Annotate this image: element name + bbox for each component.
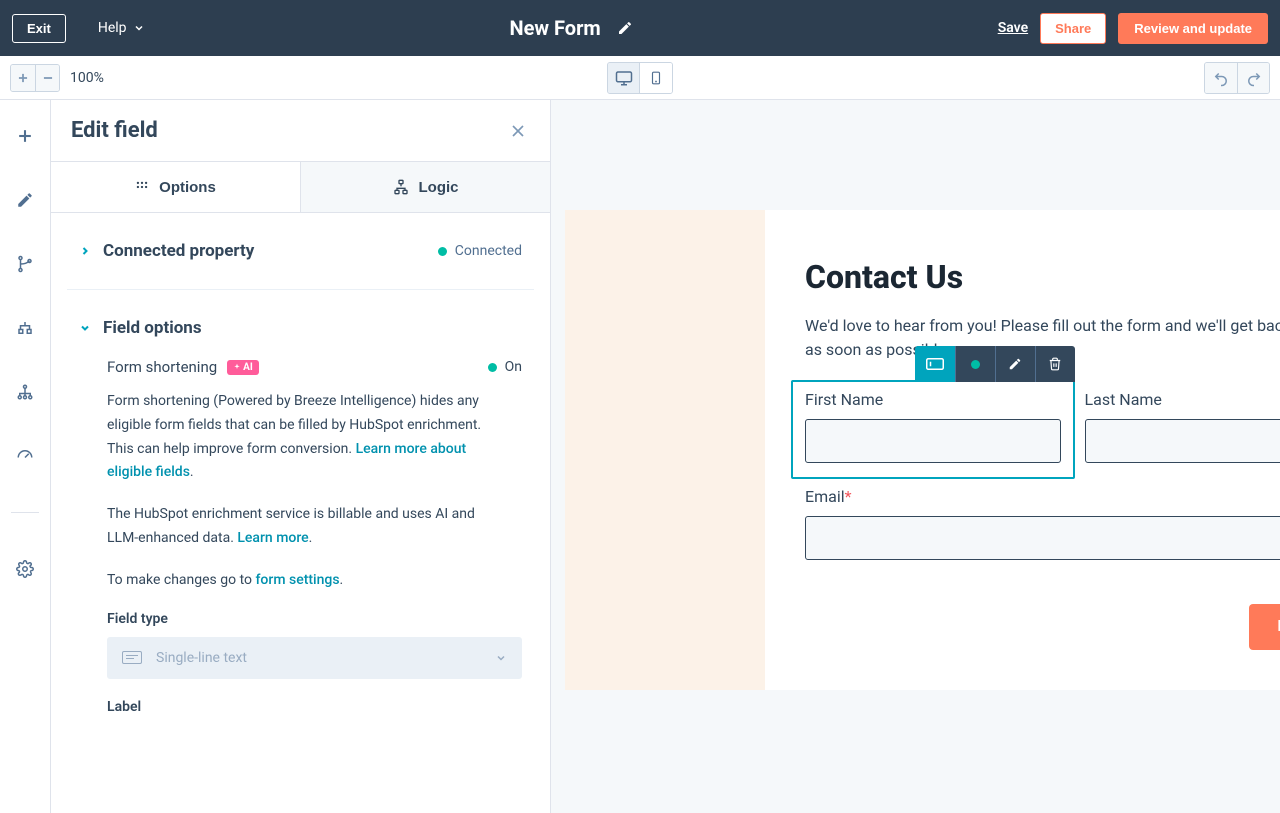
last-name-input[interactable] (1085, 419, 1280, 463)
first-name-field-wrapper[interactable]: First Name (791, 380, 1075, 479)
field-type-indicator[interactable] (915, 346, 955, 382)
field-type-select[interactable]: Single-line text (107, 637, 522, 679)
plus-icon (15, 126, 35, 146)
zoom-in-button[interactable] (11, 65, 35, 91)
status-dot-icon (488, 363, 497, 372)
toolbar: 100% (0, 56, 1280, 100)
gear-icon (16, 560, 34, 578)
help-menu[interactable]: Help (98, 20, 145, 36)
tab-logic-label: Logic (419, 179, 459, 196)
form-shortening-description-3: To make changes go to form settings. (107, 569, 522, 593)
redo-icon (1245, 69, 1263, 87)
close-icon (508, 121, 528, 141)
email-label: Email* (805, 487, 1280, 506)
status-dot-icon (971, 360, 980, 369)
sparkle-icon (233, 363, 241, 371)
share-button[interactable]: Share (1040, 13, 1106, 44)
chevron-down-icon (79, 322, 91, 334)
field-options-title: Field options (103, 318, 202, 338)
email-field-wrapper[interactable]: Email* (805, 487, 1280, 560)
form-settings-link[interactable]: form settings (255, 572, 339, 588)
device-toggle (607, 62, 673, 94)
label-field-label: Label (107, 699, 522, 715)
connected-property-title: Connected property (103, 241, 254, 261)
performance-tool-button[interactable] (13, 444, 37, 468)
first-name-label: First Name (805, 390, 1061, 409)
zoom-level: 100% (70, 70, 104, 86)
close-panel-button[interactable] (506, 119, 530, 143)
zoom-out-button[interactable] (35, 65, 59, 91)
undo-button[interactable] (1205, 63, 1237, 93)
status-dot-icon (438, 247, 447, 256)
first-name-input[interactable] (805, 419, 1061, 463)
last-name-field-wrapper[interactable]: Last Name (1085, 390, 1280, 463)
on-label: On (505, 359, 522, 375)
form-title: New Form (509, 16, 600, 40)
sitemap-icon (16, 383, 34, 401)
next-button[interactable]: Next (1249, 604, 1280, 650)
top-bar: Exit Help New Form Save Share Review and… (0, 0, 1280, 56)
add-tool-button[interactable] (13, 124, 37, 148)
tab-logic[interactable]: Logic (301, 162, 550, 212)
undo-icon (1212, 69, 1230, 87)
form-shortening-status: On (488, 359, 522, 375)
field-type-label: Field type (107, 611, 522, 627)
desktop-icon (615, 69, 633, 87)
save-link[interactable]: Save (998, 20, 1028, 36)
form-background-decoration (565, 210, 765, 690)
workflow-tool-button[interactable] (13, 252, 37, 276)
learn-more-link[interactable]: Learn more (237, 530, 308, 546)
field-toolbar (915, 346, 1075, 382)
form-heading: Contact Us (805, 258, 1280, 296)
pencil-icon[interactable] (617, 20, 633, 36)
structure-tool-button[interactable] (13, 316, 37, 340)
mobile-view-button[interactable] (640, 63, 672, 93)
gauge-icon (16, 447, 34, 465)
connected-status-label: Connected (455, 243, 522, 259)
sitemap-tool-button[interactable] (13, 380, 37, 404)
chevron-down-icon (495, 652, 507, 664)
grid-icon (135, 180, 149, 194)
desktop-view-button[interactable] (608, 63, 640, 93)
chevron-down-icon (133, 22, 145, 34)
form-preview: Contact Us We'd love to hear from you! P… (765, 210, 1280, 690)
connected-property-section[interactable]: Connected property Connected (79, 241, 522, 261)
edit-field-button[interactable] (995, 346, 1035, 382)
redo-button[interactable] (1237, 63, 1269, 93)
pencil-icon (1008, 357, 1022, 371)
logic-icon (393, 179, 409, 195)
form-shortening-label: Form shortening (107, 358, 217, 376)
mobile-icon (649, 69, 663, 87)
last-name-label: Last Name (1085, 390, 1280, 409)
email-input[interactable] (805, 516, 1280, 560)
connected-status: Connected (438, 243, 522, 259)
form-shortening-description-1: Form shortening (Powered by Breeze Intel… (107, 390, 522, 485)
tab-options-label: Options (159, 179, 216, 196)
form-canvas: Contact Us We'd love to hear from you! P… (551, 100, 1280, 813)
panel-title: Edit field (71, 118, 158, 143)
ai-badge: AI (227, 360, 259, 375)
settings-tool-button[interactable] (13, 557, 37, 581)
side-rail (0, 100, 51, 813)
input-icon (926, 358, 944, 370)
exit-button[interactable]: Exit (12, 14, 66, 43)
text-field-icon (122, 651, 142, 664)
field-options-section[interactable]: Field options (79, 318, 522, 338)
edit-field-panel: Edit field Options Logic Connected prope… (51, 100, 551, 813)
help-label: Help (98, 20, 127, 36)
chevron-right-icon (79, 245, 91, 257)
field-status-indicator[interactable] (955, 346, 995, 382)
field-type-value: Single-line text (156, 650, 247, 666)
edit-tool-button[interactable] (13, 188, 37, 212)
tree-icon (16, 319, 34, 337)
pencil-icon (16, 191, 34, 209)
tab-options[interactable]: Options (51, 162, 301, 212)
branch-icon (16, 255, 34, 273)
trash-icon (1048, 357, 1062, 371)
review-update-button[interactable]: Review and update (1118, 13, 1268, 44)
delete-field-button[interactable] (1035, 346, 1075, 382)
form-shortening-description-2: The HubSpot enrichment service is billab… (107, 503, 522, 551)
